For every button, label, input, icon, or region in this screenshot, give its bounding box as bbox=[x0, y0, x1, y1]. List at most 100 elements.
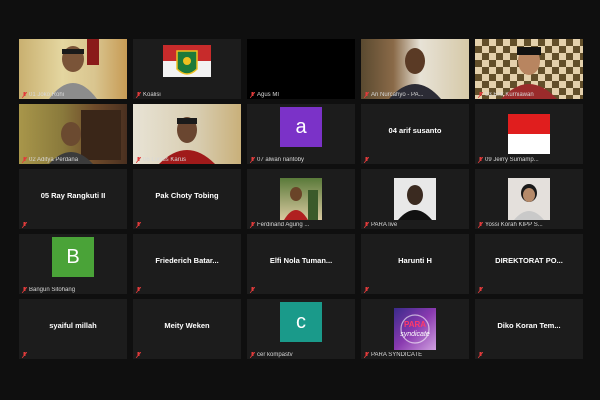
mic-muted-icon bbox=[22, 222, 27, 228]
participant-grid: 01 Joko Rohi Koalisi Agus MI Ari Nurcahy… bbox=[19, 39, 583, 359]
participant-tile[interactable]: Ari Nurcahyo - PA... bbox=[361, 39, 469, 99]
participant-name bbox=[136, 352, 239, 358]
participant-video bbox=[19, 39, 127, 99]
mic-muted-icon bbox=[250, 157, 255, 163]
mic-muted-icon bbox=[364, 352, 369, 358]
participant-name: 09 Jeirry Sumamp... bbox=[478, 157, 581, 163]
mic-muted-icon bbox=[250, 222, 255, 228]
participant-tile[interactable]: Elfi Nola Tuman... bbox=[247, 234, 355, 294]
svg-text:syndicate: syndicate bbox=[400, 331, 430, 338]
avatar: a bbox=[280, 107, 322, 147]
participant-tile[interactable]: 05 Ray Rangkuti II bbox=[19, 169, 127, 229]
mic-muted-icon bbox=[250, 287, 255, 293]
logo-image bbox=[133, 39, 241, 99]
participant-name: 02 Aditya Perdana bbox=[22, 157, 125, 163]
participant-name: cer kompastv bbox=[250, 352, 353, 358]
participant-display-name: 05 Ray Rangkuti II bbox=[40, 191, 106, 200]
mic-muted-icon bbox=[478, 352, 483, 358]
avatar: B bbox=[52, 237, 94, 277]
participant-name bbox=[22, 222, 125, 228]
participant-name: 07 alwan riantoby bbox=[250, 157, 353, 163]
mic-muted-icon bbox=[136, 352, 141, 358]
participant-tile[interactable]: Pak Choty Tobing bbox=[133, 169, 241, 229]
participant-tile[interactable]: Agus MI bbox=[247, 39, 355, 99]
mic-muted-icon bbox=[478, 287, 483, 293]
participant-tile[interactable]: Koalisi bbox=[133, 39, 241, 99]
participant-tile[interactable]: 03 Erik Kurniawan bbox=[475, 39, 583, 99]
participant-tile[interactable]: B Bangun Sitohang bbox=[19, 234, 127, 294]
participant-tile[interactable]: a 07 alwan riantoby bbox=[247, 104, 355, 164]
participant-tile[interactable]: PARA syndicate PARA SYNDICATE bbox=[361, 299, 469, 359]
participant-name: Ferdinand Agung ... bbox=[250, 222, 353, 228]
participant-tile[interactable]: Ferdinand Agung ... bbox=[247, 169, 355, 229]
participant-name: 01 Joko Rohi bbox=[22, 92, 125, 98]
participant-video bbox=[361, 39, 469, 99]
mic-muted-icon bbox=[478, 92, 483, 98]
mic-muted-icon bbox=[364, 157, 369, 163]
participant-tile[interactable]: Meity Weken bbox=[133, 299, 241, 359]
mic-muted-icon bbox=[136, 157, 141, 163]
participant-display-name: DIREKTORAT PO... bbox=[495, 256, 563, 265]
participant-name bbox=[22, 352, 125, 358]
participant-video bbox=[19, 104, 127, 164]
participant-tile[interactable]: c cer kompastv bbox=[247, 299, 355, 359]
mic-muted-icon bbox=[364, 222, 369, 228]
participant-display-name: 04 arif susanto bbox=[388, 126, 442, 135]
participant-name: 03 Erik Kurniawan bbox=[478, 92, 581, 98]
profile-photo bbox=[280, 178, 322, 220]
mic-muted-icon bbox=[136, 92, 141, 98]
participant-tile[interactable]: 01 Joko Rohi bbox=[19, 39, 127, 99]
participant-name bbox=[478, 287, 581, 293]
mic-muted-icon bbox=[136, 222, 141, 228]
participant-tile[interactable]: 09 Jeirry Sumamp... bbox=[475, 104, 583, 164]
mic-muted-icon bbox=[22, 352, 27, 358]
participant-name: Bangun Sitohang bbox=[22, 287, 125, 293]
participant-name: Yossi Korah KIPP S... bbox=[478, 222, 581, 228]
mic-muted-icon bbox=[364, 287, 369, 293]
avatar: c bbox=[280, 302, 322, 342]
mic-muted-icon bbox=[22, 157, 27, 163]
participant-name: 06 Lucius Karus bbox=[136, 157, 239, 163]
participant-tile[interactable]: Yossi Korah KIPP S... bbox=[475, 169, 583, 229]
participant-tile[interactable]: syaiful millah bbox=[19, 299, 127, 359]
mic-muted-icon bbox=[478, 222, 483, 228]
svg-text:PARA: PARA bbox=[404, 320, 426, 329]
mic-muted-icon bbox=[250, 92, 255, 98]
mic-muted-icon bbox=[478, 157, 483, 163]
participant-tile[interactable]: 02 Aditya Perdana bbox=[19, 104, 127, 164]
participant-display-name: Elfi Nola Tuman... bbox=[269, 256, 333, 265]
participant-tile[interactable]: Harunti H bbox=[361, 234, 469, 294]
participant-tile[interactable]: Diko Koran Tem... bbox=[475, 299, 583, 359]
participant-name: PARA live bbox=[364, 222, 467, 228]
participant-tile[interactable]: 04 arif susanto bbox=[361, 104, 469, 164]
mic-muted-icon bbox=[364, 92, 369, 98]
logo-image: PARA syndicate bbox=[394, 308, 436, 350]
participant-tile[interactable]: 06 Lucius Karus bbox=[133, 104, 241, 164]
participant-display-name: syaiful millah bbox=[49, 321, 97, 330]
participant-display-name: Diko Koran Tem... bbox=[497, 321, 561, 330]
participant-name: Koalisi bbox=[136, 92, 239, 98]
participant-name bbox=[250, 287, 353, 293]
participant-name: Ari Nurcahyo - PA... bbox=[364, 92, 467, 98]
mic-muted-icon bbox=[22, 287, 27, 293]
participant-tile[interactable]: Friederich Batar... bbox=[133, 234, 241, 294]
mic-muted-icon bbox=[250, 352, 255, 358]
participant-name bbox=[364, 287, 467, 293]
mic-muted-icon bbox=[136, 287, 141, 293]
profile-photo bbox=[508, 178, 550, 220]
participant-display-name: Meity Weken bbox=[164, 321, 210, 330]
participant-name bbox=[136, 222, 239, 228]
flag-image bbox=[508, 114, 550, 154]
participant-display-name: Pak Choty Tobing bbox=[155, 191, 219, 200]
participant-name: PARA SYNDICATE bbox=[364, 352, 467, 358]
mic-muted-icon bbox=[22, 92, 27, 98]
participant-tile[interactable]: PARA live bbox=[361, 169, 469, 229]
participant-name: Agus MI bbox=[250, 92, 353, 98]
participant-display-name: Friederich Batar... bbox=[155, 256, 219, 265]
participant-video bbox=[133, 104, 241, 164]
participant-tile[interactable]: DIREKTORAT PO... bbox=[475, 234, 583, 294]
participant-display-name: Harunti H bbox=[398, 256, 432, 265]
profile-photo bbox=[394, 178, 436, 220]
participant-name bbox=[364, 157, 467, 163]
participant-name bbox=[136, 287, 239, 293]
